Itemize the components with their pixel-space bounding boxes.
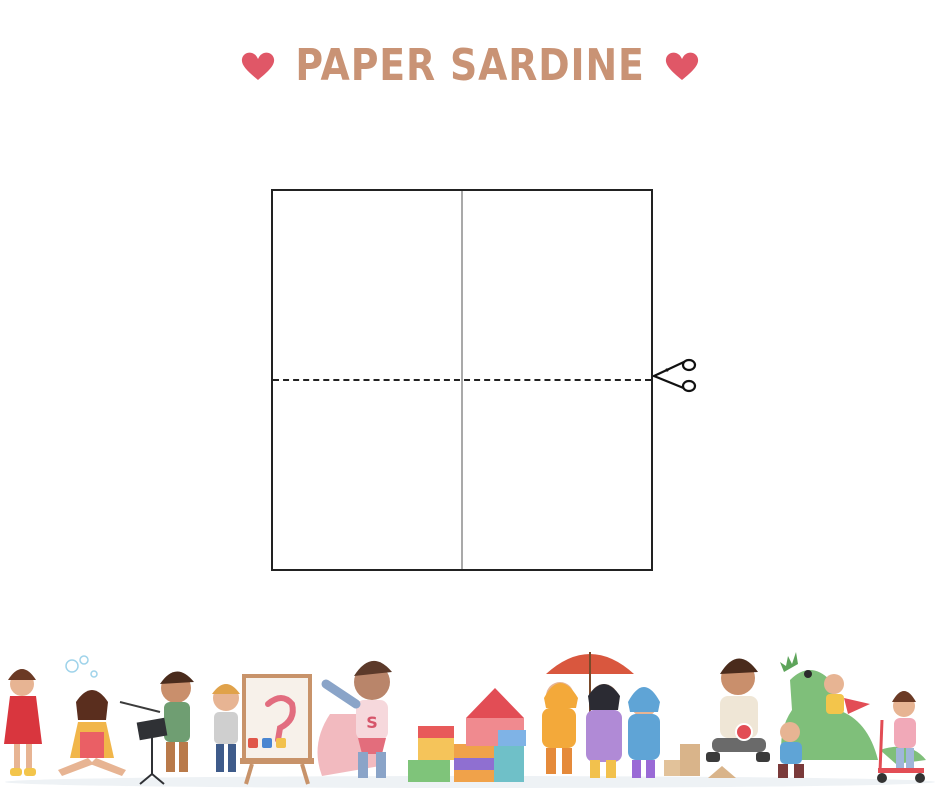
title-row: PAPER SARDINE [0,38,940,94]
building-blocks [408,688,526,782]
heart-icon [241,52,275,80]
boy-with-blocks [664,658,770,778]
children-illustration-border: S [4,652,935,788]
child-painting-at-easel [212,674,314,785]
boy-with-music-stand [119,671,194,785]
page-title: PAPER SARDINE [295,40,645,91]
children-under-umbrella [542,652,660,778]
paper-square-template [271,189,653,571]
scissors-icon [652,358,697,393]
cut-line [273,379,651,381]
child-on-scooter [877,691,925,783]
heart-icon [665,52,699,80]
superhero-child: S [317,660,392,778]
girl-sitting [58,690,126,776]
svg-text:S: S [366,713,378,732]
